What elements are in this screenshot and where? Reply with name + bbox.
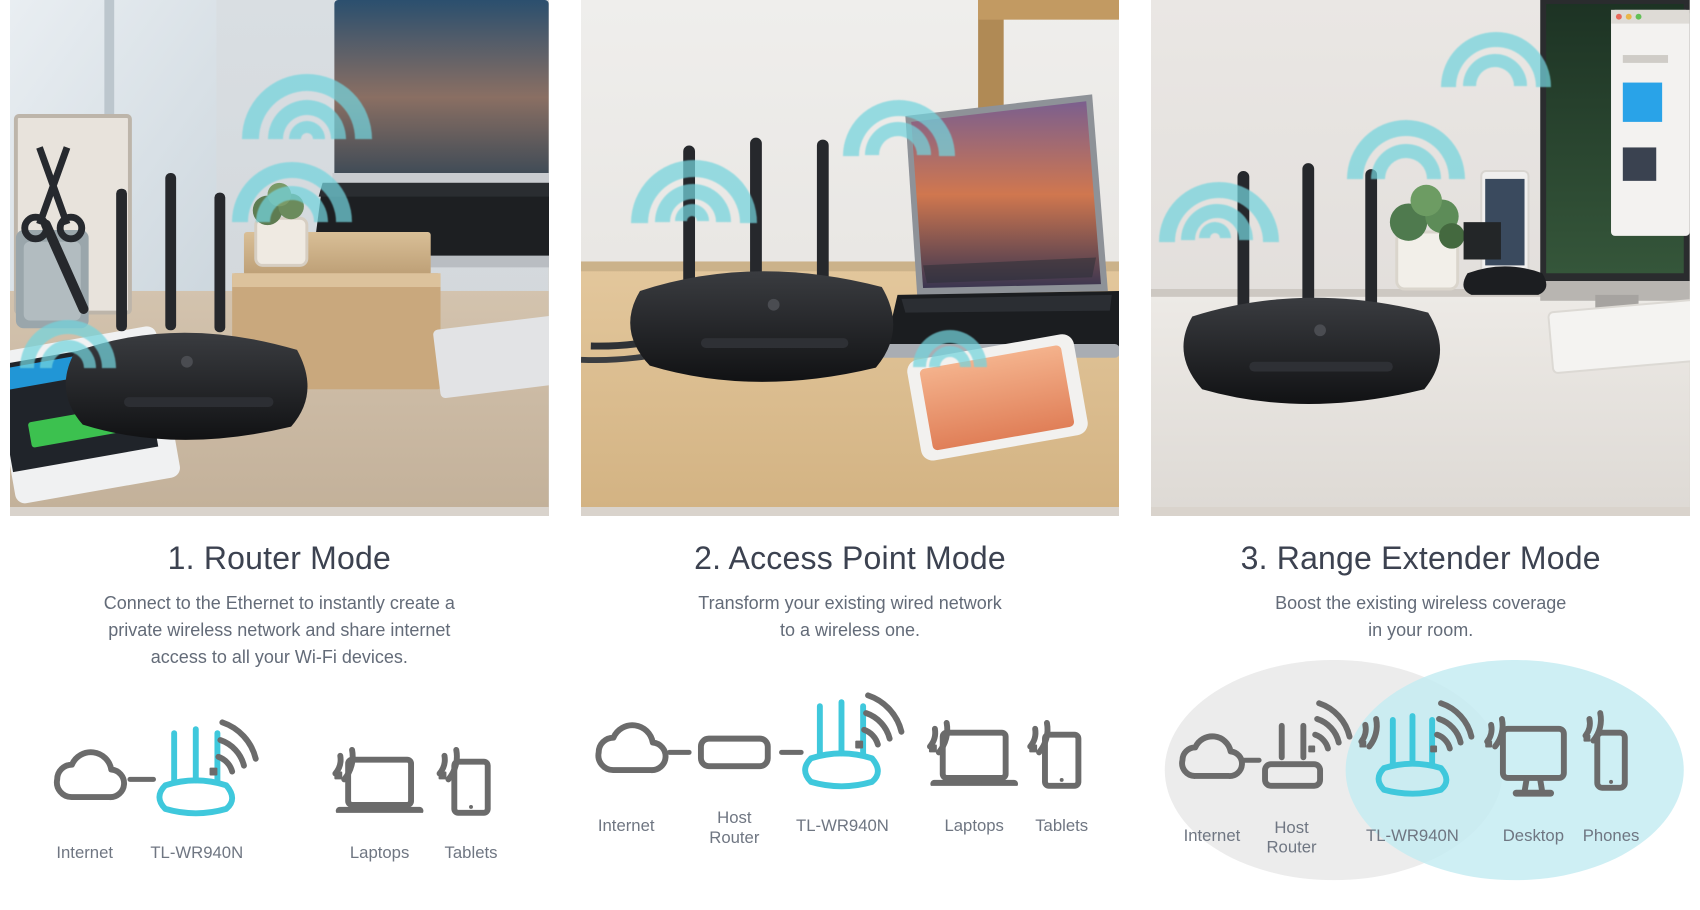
node-label-phones: Phones	[1583, 826, 1640, 845]
node-label-tablets: Tablets	[445, 843, 498, 862]
node-label-host-router-line1: Host	[717, 808, 752, 827]
mode-description-line: Connect to the Ethernet to instantly cre…	[103, 593, 455, 613]
access-point-mode-diagram: Internet Host Router TL-WR940N Laptops T…	[581, 660, 1120, 890]
laptop-icon	[335, 756, 424, 813]
range-extender-mode-diagram: Internet Host Router TL-WR940N Desktop P…	[1151, 660, 1690, 890]
mode-title: 1. Router Mode	[167, 540, 392, 576]
access-point-mode-photo	[580, 0, 1120, 516]
router-mode-diagram: Internet TL-WR940N Laptops Tablets	[10, 687, 549, 910]
mode-description: Transform your existing wired network to…	[581, 590, 1120, 644]
mode-description-line: access to all your Wi-Fi devices.	[150, 647, 408, 667]
node-label-internet: Internet	[598, 816, 655, 835]
node-label-internet: Internet	[1184, 826, 1241, 845]
laptop-icon	[930, 729, 1018, 786]
tablet-icon	[1041, 731, 1082, 789]
mode-description-line: to a wireless one.	[779, 620, 921, 640]
mode-panel-range-extender-mode: 3. Range Extender Mode Boost the existin…	[1151, 0, 1691, 910]
mode-title: 3. Range Extender Mode	[1240, 540, 1601, 576]
node-label-desktop: Desktop	[1503, 826, 1564, 845]
extended-coverage	[1346, 660, 1685, 881]
range-extender-mode-photo	[1151, 0, 1691, 516]
node-label-tl-wr940n: TL-WR940N	[796, 816, 889, 835]
mode-panel-router-mode: 1. Router Mode Connect to the Ethernet t…	[10, 0, 549, 910]
node-label-tl-wr940n: TL-WR940N	[1366, 826, 1459, 845]
router-mode-caption: 1. Router Mode Connect to the Ethernet t…	[10, 516, 549, 671]
node-label-laptops: Laptops	[944, 816, 1003, 835]
product-modes-page: 1. Router Mode Connect to the Ethernet t…	[0, 0, 1700, 910]
node-label-internet: Internet	[56, 843, 113, 862]
range-extender-mode-caption: 3. Range Extender Mode Boost the existin…	[1151, 516, 1690, 644]
mode-description-line: Boost the existing wireless coverage	[1275, 593, 1567, 613]
mode-description-line: private wireless network and share inter…	[108, 620, 451, 640]
mode-description-line: in your room.	[1368, 620, 1474, 640]
node-label-tl-wr940n: TL-WR940N	[150, 843, 243, 862]
tablet-icon	[451, 758, 491, 816]
node-label-laptops: Laptops	[350, 843, 409, 862]
modes-panel-row: 1. Router Mode Connect to the Ethernet t…	[0, 0, 1700, 910]
node-label-host-router-line2: Router	[709, 828, 760, 847]
cloud-icon	[53, 749, 127, 801]
mode-description-line: Transform your existing wired network	[698, 593, 1002, 613]
cloud-icon	[595, 722, 669, 774]
modem-icon	[697, 735, 771, 770]
node-label-host-router-line1: Host	[1275, 818, 1310, 837]
node-label-tablets: Tablets	[1035, 816, 1088, 835]
mode-panel-access-point-mode: 2. Access Point Mode Transform your exis…	[580, 0, 1120, 910]
mode-description: Connect to the Ethernet to instantly cre…	[10, 590, 549, 671]
mode-title: 2. Access Point Mode	[694, 540, 1006, 576]
router-mode-photo	[10, 0, 549, 516]
node-label-host-router-line2: Router	[1267, 838, 1318, 857]
access-point-mode-caption: 2. Access Point Mode Transform your exis…	[581, 516, 1120, 644]
mode-description: Boost the existing wireless coverage in …	[1151, 590, 1690, 644]
